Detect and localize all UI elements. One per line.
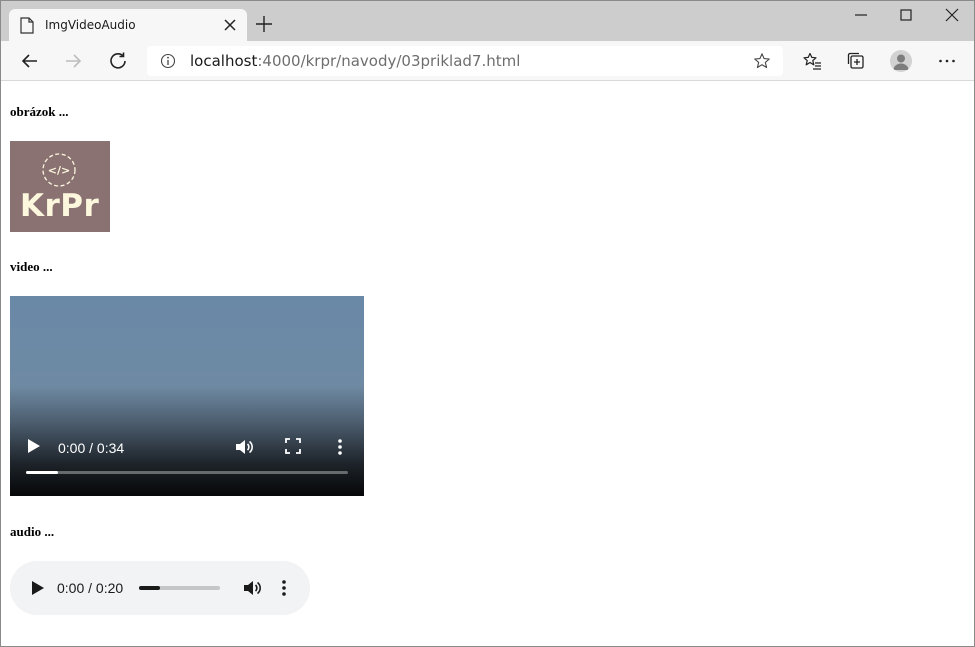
video-time: 0:00 / 0:34 — [58, 440, 125, 456]
audio-player[interactable]: 0:00 / 0:20 — [10, 561, 310, 615]
page-icon — [20, 17, 34, 34]
volume-icon[interactable] — [234, 437, 254, 457]
more-menu-icon[interactable] — [937, 51, 957, 71]
video-heading: video ... — [10, 259, 53, 274]
favorite-star-icon[interactable] — [753, 52, 771, 70]
info-icon[interactable] — [160, 53, 176, 69]
url-path: :4000/krpr/navody/03priklad7.html — [257, 52, 521, 70]
person-icon — [893, 54, 909, 70]
play-icon[interactable] — [31, 580, 45, 596]
video-player[interactable]: 0:00 / 0:34 — [10, 296, 364, 496]
browser-toolbar: localhost:4000/krpr/navody/03priklad7.ht… — [1, 41, 974, 81]
audio-progress-fill — [139, 586, 161, 590]
audio-time: 0:00 / 0:20 — [57, 580, 124, 596]
tab-strip: ImgVideoAudio — [1, 1, 974, 42]
logo-text: KrPr — [20, 188, 100, 224]
audio-progress-bar[interactable] — [139, 586, 220, 590]
profile-avatar[interactable] — [890, 50, 912, 72]
code-circle-icon: </> — [42, 153, 76, 187]
minimize-icon[interactable] — [853, 7, 869, 23]
back-icon[interactable] — [20, 51, 40, 71]
page-content: obrázok ... </> KrPr video ... 0:00 / 0:… — [1, 82, 974, 646]
forward-icon[interactable] — [63, 51, 83, 71]
image-heading: obrázok ... — [10, 104, 69, 119]
url-text[interactable]: localhost:4000/krpr/navody/03priklad7.ht… — [190, 52, 520, 70]
logo-glyph: </> — [48, 164, 70, 177]
audio-heading: audio ... — [10, 524, 55, 539]
refresh-icon[interactable] — [108, 51, 128, 71]
fullscreen-icon[interactable] — [284, 437, 302, 455]
play-icon[interactable] — [27, 438, 41, 454]
tab-active[interactable]: ImgVideoAudio — [9, 9, 247, 42]
maximize-icon[interactable] — [898, 7, 914, 23]
close-tab-icon[interactable] — [222, 17, 238, 33]
video-progress-fill — [26, 471, 59, 474]
more-options-icon[interactable] — [335, 437, 345, 457]
collections-icon[interactable] — [846, 51, 866, 71]
browser-window: ImgVideoAudio localhost:4000/krpr/navody… — [0, 0, 975, 647]
tab-title: ImgVideoAudio — [45, 18, 136, 32]
url-host: localhost — [190, 52, 258, 70]
close-window-icon[interactable] — [944, 7, 960, 23]
video-progress-bar[interactable] — [26, 471, 348, 474]
address-bar[interactable]: localhost:4000/krpr/navody/03priklad7.ht… — [147, 46, 783, 76]
more-options-icon[interactable] — [279, 578, 289, 598]
krpr-logo-image: </> KrPr — [10, 141, 110, 232]
favorites-icon[interactable] — [802, 51, 822, 71]
new-tab-icon[interactable] — [255, 15, 273, 33]
volume-icon[interactable] — [242, 578, 262, 598]
